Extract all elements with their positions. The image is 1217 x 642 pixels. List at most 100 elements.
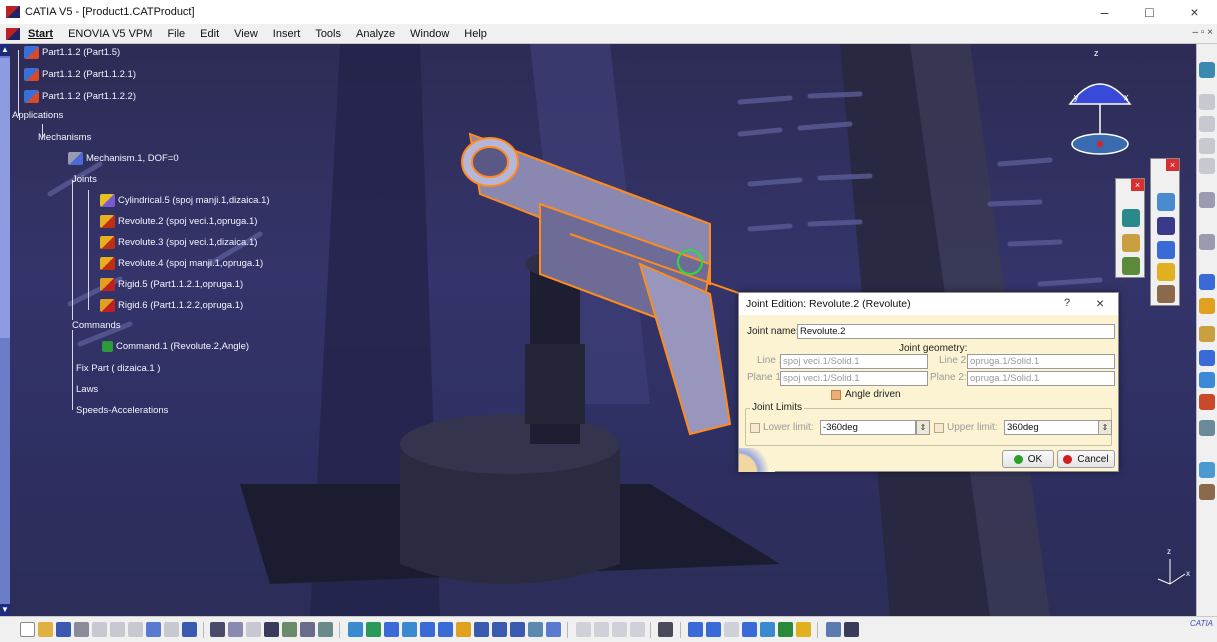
scroll-down-arrow[interactable]: ▼ — [0, 604, 10, 616]
tree-node-applications[interactable]: Applications — [12, 110, 63, 121]
toolbar-close-icon[interactable]: × — [1166, 159, 1179, 171]
knowledge-icon[interactable] — [246, 622, 261, 637]
sensor-icon[interactable] — [796, 622, 811, 637]
comment-icon[interactable] — [228, 622, 243, 637]
workbench-icon[interactable] — [1199, 62, 1215, 78]
fly-icon[interactable] — [348, 622, 363, 637]
print-icon[interactable] — [74, 622, 89, 637]
tree-node-fix-part[interactable]: Fix Part ( dizaica.1 ) — [76, 363, 160, 374]
table-icon[interactable] — [264, 622, 279, 637]
catalog-icon[interactable] — [282, 622, 297, 637]
swap-space-icon[interactable] — [528, 622, 543, 637]
document-window-controls[interactable]: – ▫ × — [1192, 27, 1213, 38]
tree-node-joint-revolute-3[interactable]: Revolute.3 (spoj veci.1,dizaica.1) — [100, 236, 257, 249]
lower-limit-checkbox[interactable] — [750, 423, 760, 433]
analysis-icon[interactable] — [1199, 420, 1215, 436]
cancel-button[interactable]: Cancel — [1057, 450, 1115, 468]
undo-icon[interactable] — [146, 622, 161, 637]
zoom-out-icon[interactable] — [438, 622, 453, 637]
scene-icon[interactable] — [300, 622, 315, 637]
paste-icon[interactable] — [128, 622, 143, 637]
tree-node-mechanisms[interactable]: Mechanisms — [38, 132, 91, 143]
compass-icon[interactable] — [688, 622, 703, 637]
angle-driven-checkbox[interactable] — [831, 390, 841, 400]
gear-icon[interactable] — [1199, 234, 1215, 250]
copy-icon[interactable] — [110, 622, 125, 637]
tool-icon[interactable] — [1199, 116, 1215, 132]
menu-help[interactable]: Help — [464, 28, 487, 40]
measure-icon[interactable] — [318, 622, 333, 637]
menu-enovia[interactable]: ENOVIA V5 VPM — [68, 28, 152, 40]
upper-limit-spinner[interactable]: ⇕ — [1098, 420, 1112, 435]
assembly-icon[interactable] — [1199, 274, 1215, 290]
select-icon[interactable] — [1199, 192, 1215, 208]
simulation-icon[interactable] — [1122, 234, 1140, 252]
zoom-in-icon[interactable] — [420, 622, 435, 637]
measure-icon[interactable] — [1199, 350, 1215, 366]
menu-insert[interactable]: Insert — [273, 28, 301, 40]
menu-file[interactable]: File — [167, 28, 185, 40]
snap-icon[interactable] — [1199, 484, 1215, 500]
first-frame-icon[interactable] — [706, 622, 721, 637]
tree-node-mechanism[interactable]: Mechanism.1, DOF=0 — [68, 152, 179, 165]
tool-icon[interactable] — [1199, 158, 1215, 174]
toolbar-close-icon[interactable]: × — [1131, 179, 1144, 191]
tree-node-joint-revolute-2[interactable]: Revolute.2 (spoj veci.1,opruga.1) — [100, 215, 257, 228]
menu-tools[interactable]: Tools — [315, 28, 341, 40]
lower-limit-spinner[interactable]: ⇕ — [916, 420, 930, 435]
simulation-icon[interactable] — [778, 622, 793, 637]
menu-view[interactable]: View — [234, 28, 258, 40]
menu-analyze[interactable]: Analyze — [356, 28, 395, 40]
hide-show-icon[interactable] — [510, 622, 525, 637]
scroll-up-arrow[interactable]: ▲ — [0, 44, 10, 56]
camera-icon[interactable] — [658, 622, 673, 637]
update-icon[interactable] — [1199, 326, 1215, 342]
tree-node-part-a[interactable]: Part1.1.2 (Part1.5) — [24, 46, 120, 59]
tree-node-part-b[interactable]: Part1.1.2 (Part1.1.2.1) — [24, 68, 136, 81]
tree-node-joint-cylindrical[interactable]: Cylindrical.5 (spoj manji.1,dizaica.1) — [100, 194, 270, 207]
joint-name-input[interactable]: Revolute.2 — [797, 324, 1115, 339]
joint-icon[interactable] — [1157, 193, 1175, 211]
minimize-button[interactable]: – — [1082, 0, 1127, 24]
layout-icon[interactable] — [826, 622, 841, 637]
tree-node-joint-rigid-5[interactable]: Rigid.5 (Part1.1.2.1,opruga.1) — [100, 278, 243, 291]
tool-icon[interactable] — [1199, 138, 1215, 154]
formula-icon[interactable] — [210, 622, 225, 637]
fit-all-icon[interactable] — [366, 622, 381, 637]
tree-node-joint-rigid-6[interactable]: Rigid.6 (Part1.1.2.2,opruga.1) — [100, 299, 243, 312]
menu-start[interactable]: Start — [28, 28, 53, 40]
tree-node-laws[interactable]: Laws — [76, 384, 98, 395]
next-frame-icon[interactable] — [724, 622, 739, 637]
tree-node-command-1[interactable]: Command.1 (Revolute.2,Angle) — [102, 341, 249, 352]
save-icon[interactable] — [56, 622, 71, 637]
tree-node-speeds[interactable]: Speeds-Accelerations — [76, 405, 168, 416]
normal-view-icon[interactable] — [456, 622, 471, 637]
help-button[interactable]: ? — [1064, 297, 1070, 309]
pan-icon[interactable] — [384, 622, 399, 637]
open-icon[interactable] — [38, 622, 53, 637]
catalog-icon[interactable] — [1199, 462, 1215, 478]
analysis-icon[interactable] — [1122, 257, 1140, 275]
mechanism-analysis-icon[interactable] — [760, 622, 775, 637]
dress-up-icon[interactable] — [1157, 285, 1175, 303]
views-icon[interactable] — [474, 622, 489, 637]
film-icon[interactable] — [1157, 217, 1175, 235]
upper-limit-input[interactable]: 360deg — [1004, 420, 1100, 435]
clash-icon[interactable] — [1199, 372, 1215, 388]
whats-this-icon[interactable] — [182, 622, 197, 637]
shading-icon[interactable] — [492, 622, 507, 637]
tool-icon[interactable] — [1199, 94, 1215, 110]
law-icon[interactable] — [1157, 263, 1175, 281]
render-icon[interactable] — [546, 622, 561, 637]
document-icon[interactable] — [6, 27, 20, 40]
spiral-icon[interactable] — [1122, 209, 1140, 227]
new-icon[interactable] — [20, 622, 35, 637]
rotate-icon[interactable] — [402, 622, 417, 637]
scroll-thumb[interactable] — [0, 58, 10, 338]
menu-edit[interactable]: Edit — [200, 28, 219, 40]
redo-icon[interactable] — [164, 622, 179, 637]
tree-node-commands[interactable]: Commands — [72, 320, 121, 331]
tree-node-joints[interactable]: Joints — [72, 174, 97, 185]
maximize-button[interactable]: □ — [1127, 0, 1172, 24]
ok-button[interactable]: OK — [1002, 450, 1054, 468]
